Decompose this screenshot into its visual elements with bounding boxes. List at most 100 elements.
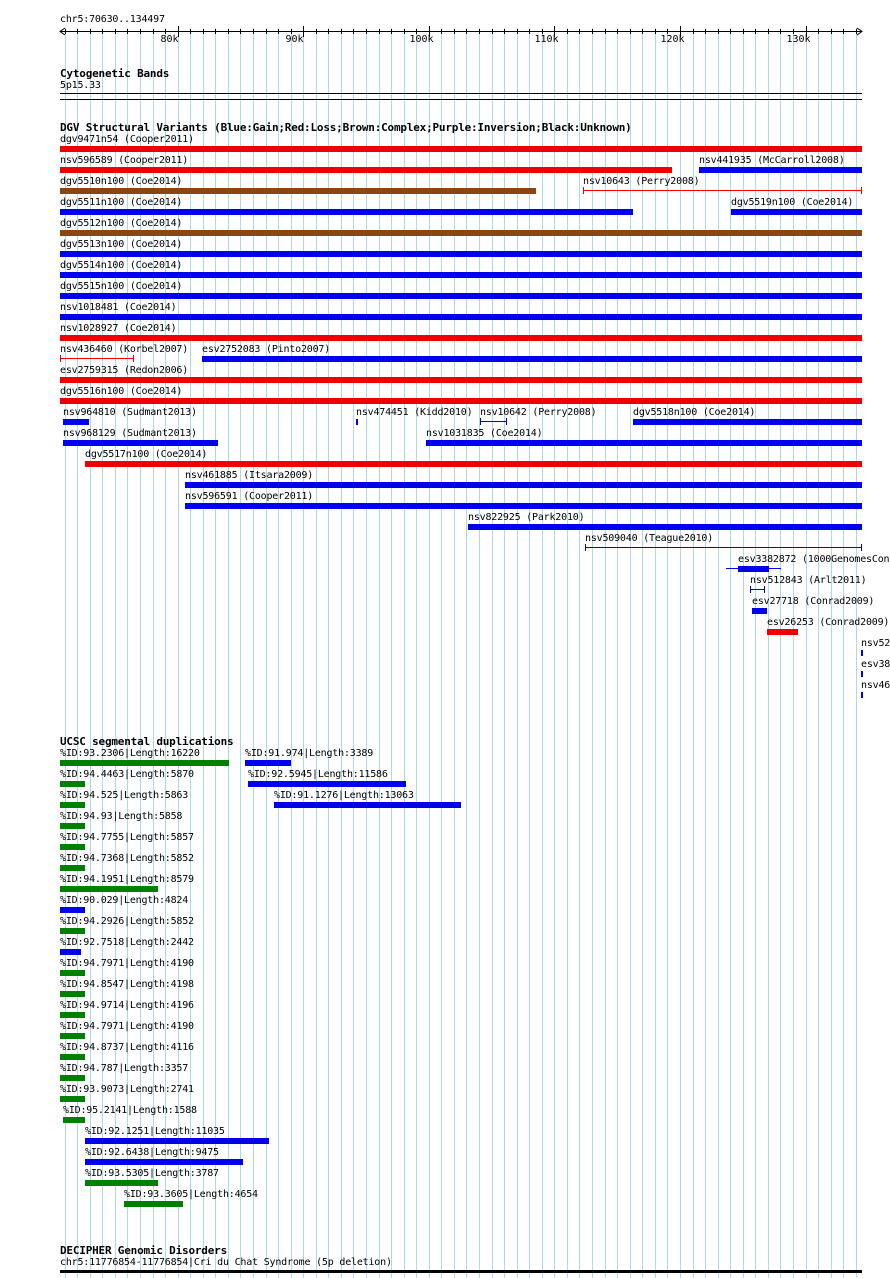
segdup-bar[interactable]	[60, 802, 85, 808]
segdup-label[interactable]: %ID:94.7971|Length:4190	[60, 1021, 194, 1033]
dgv-variant-bar[interactable]	[60, 293, 862, 299]
segdup-label[interactable]: %ID:92.5945|Length:11586	[248, 769, 388, 781]
dgv-variant-label[interactable]: nsv822925 (Park2010)	[468, 512, 585, 524]
dgv-variant-bar[interactable]	[60, 398, 862, 404]
dgv-variant-label[interactable]: esv27718 (Conrad2009)	[752, 596, 874, 608]
dgv-variant-label[interactable]: nsv509040 (Teague2010)	[585, 533, 713, 545]
dgv-variant-bar[interactable]	[60, 230, 862, 236]
dgv-variant-label[interactable]: dgv5518n100 (Coe2014)	[633, 407, 755, 419]
segdup-bar[interactable]	[60, 760, 229, 766]
dgv-variant-label[interactable]: nsv441935 (McCarroll2008)	[699, 155, 845, 167]
dgv-variant-label[interactable]: dgv5519n100 (Coe2014)	[731, 197, 853, 209]
decipher-feature-bar[interactable]	[60, 1270, 862, 1273]
dgv-variant-bar[interactable]	[426, 440, 862, 446]
segdup-label[interactable]: %ID:94.7368|Length:5852	[60, 853, 194, 865]
segdup-label[interactable]: %ID:94.8547|Length:4198	[60, 979, 194, 991]
segdup-bar[interactable]	[60, 781, 85, 787]
dgv-variant-label[interactable]: nsv512843 (Arlt2011)	[750, 575, 867, 587]
dgv-variant-bar[interactable]	[63, 419, 89, 425]
segdup-bar[interactable]	[60, 1054, 85, 1060]
segdup-label[interactable]: %ID:93.9073|Length:2741	[60, 1084, 194, 1096]
dgv-variant-bar[interactable]	[202, 356, 862, 362]
dgv-variant-bar[interactable]	[60, 377, 862, 383]
dgv-variant-bar[interactable]	[185, 482, 862, 488]
segdup-label[interactable]: %ID:94.93|Length:5858	[60, 811, 182, 823]
dgv-variant-label[interactable]: esv3890	[861, 659, 890, 671]
dgv-variant-bar[interactable]	[60, 272, 862, 278]
dgv-variant-bar[interactable]	[60, 335, 862, 341]
segdup-bar[interactable]	[245, 760, 291, 766]
segdup-label[interactable]: %ID:94.9714|Length:4196	[60, 1000, 194, 1012]
dgv-variant-label[interactable]: dgv5513n100 (Coe2014)	[60, 239, 182, 251]
segdup-bar[interactable]	[60, 991, 85, 997]
segdup-bar[interactable]	[60, 865, 85, 871]
dgv-variant-label[interactable]: nsv10643 (Perry2008)	[583, 176, 700, 188]
dgv-variant-label[interactable]: nsv968129 (Sudmant2013)	[63, 428, 197, 440]
segdup-label[interactable]: %ID:92.7518|Length:2442	[60, 937, 194, 949]
dgv-variant-bar[interactable]	[861, 671, 863, 677]
dgv-variant-bar[interactable]	[60, 188, 536, 194]
dgv-variant-label[interactable]: esv2759315 (Redon2006)	[60, 365, 188, 377]
dgv-variant-bar[interactable]	[767, 629, 798, 635]
dgv-variant-bar[interactable]	[60, 146, 862, 152]
segdup-label[interactable]: %ID:92.1251|Length:11035	[85, 1126, 225, 1138]
segdup-label[interactable]: %ID:94.1951|Length:8579	[60, 874, 194, 886]
segdup-bar[interactable]	[248, 781, 406, 787]
segdup-label[interactable]: %ID:93.3605|Length:4654	[124, 1189, 258, 1201]
segdup-bar[interactable]	[85, 1159, 243, 1165]
dgv-variant-label[interactable]: nsv4670	[861, 680, 890, 692]
dgv-variant-bar[interactable]	[738, 566, 769, 572]
dgv-variant-label[interactable]: dgv5515n100 (Coe2014)	[60, 281, 182, 293]
dgv-variant-bar[interactable]	[60, 358, 134, 359]
dgv-variant-bar[interactable]	[750, 589, 765, 590]
dgv-variant-label[interactable]: nsv436460 (Korbel2007)	[60, 344, 188, 356]
dgv-variant-label[interactable]: dgv5517n100 (Coe2014)	[85, 449, 207, 461]
dgv-variant-bar[interactable]	[60, 167, 672, 173]
dgv-variant-bar[interactable]	[585, 547, 862, 548]
segdup-label[interactable]: %ID:90.029|Length:4824	[60, 895, 188, 907]
segdup-label[interactable]: %ID:92.6438|Length:9475	[85, 1147, 219, 1159]
dgv-variant-label[interactable]: nsv1028927 (Coe2014)	[60, 323, 177, 335]
segdup-bar[interactable]	[85, 1138, 269, 1144]
dgv-variant-bar[interactable]	[861, 650, 863, 656]
dgv-variant-bar[interactable]	[731, 209, 862, 215]
dgv-variant-bar[interactable]	[60, 314, 862, 320]
segdup-bar[interactable]	[60, 970, 85, 976]
dgv-variant-label[interactable]: nsv5200	[861, 638, 890, 650]
dgv-variant-label[interactable]: nsv596591 (Cooper2011)	[185, 491, 313, 503]
dgv-variant-label[interactable]: dgv5516n100 (Coe2014)	[60, 386, 182, 398]
dgv-variant-bar[interactable]	[480, 421, 507, 422]
dgv-variant-bar[interactable]	[861, 692, 863, 698]
dgv-variant-bar[interactable]	[60, 251, 862, 257]
segdup-label[interactable]: %ID:94.4463|Length:5870	[60, 769, 194, 781]
segdup-label[interactable]: %ID:91.974|Length:3389	[245, 748, 373, 760]
dgv-variant-bar[interactable]	[699, 167, 862, 173]
segdup-label[interactable]: %ID:94.7971|Length:4190	[60, 958, 194, 970]
segdup-bar[interactable]	[60, 907, 85, 913]
segdup-label[interactable]: %ID:95.2141|Length:1588	[63, 1105, 197, 1117]
segdup-label[interactable]: %ID:93.2306|Length:16220	[60, 748, 200, 760]
dgv-variant-label[interactable]: dgv5510n100 (Coe2014)	[60, 176, 182, 188]
dgv-variant-bar[interactable]	[583, 190, 862, 191]
dgv-variant-bar[interactable]	[468, 524, 862, 530]
ruler[interactable]	[0, 0, 890, 50]
dgv-variant-label[interactable]: nsv474451 (Kidd2010)	[356, 407, 473, 419]
dgv-variant-label[interactable]: nsv964810 (Sudmant2013)	[63, 407, 197, 419]
dgv-variant-label[interactable]: nsv461885 (Itsara2009)	[185, 470, 313, 482]
dgv-variant-label[interactable]: nsv10642 (Perry2008)	[480, 407, 597, 419]
dgv-variant-bar[interactable]	[752, 608, 767, 614]
segdup-bar[interactable]	[124, 1201, 183, 1207]
segdup-label[interactable]: %ID:94.525|Length:5863	[60, 790, 188, 802]
decipher-feature-label[interactable]: chr5:11776854-11776854|Cri du Chat Syndr…	[60, 1257, 392, 1269]
segdup-bar[interactable]	[60, 844, 85, 850]
dgv-variant-bar[interactable]	[60, 209, 633, 215]
dgv-variant-label[interactable]: dgv5514n100 (Coe2014)	[60, 260, 182, 272]
segdup-label[interactable]: %ID:94.2926|Length:5852	[60, 916, 194, 928]
dgv-variant-label[interactable]: dgv5511n100 (Coe2014)	[60, 197, 182, 209]
segdup-bar[interactable]	[60, 886, 158, 892]
dgv-variant-label[interactable]: nsv1018481 (Coe2014)	[60, 302, 177, 314]
dgv-variant-label[interactable]: esv3382872 (1000GenomesConsortium2015)	[738, 554, 890, 566]
segdup-label[interactable]: %ID:91.1276|Length:13063	[274, 790, 414, 802]
dgv-variant-label[interactable]: nsv596589 (Cooper2011)	[60, 155, 188, 167]
dgv-variant-label[interactable]: dgv9471n54 (Cooper2011)	[60, 134, 194, 146]
